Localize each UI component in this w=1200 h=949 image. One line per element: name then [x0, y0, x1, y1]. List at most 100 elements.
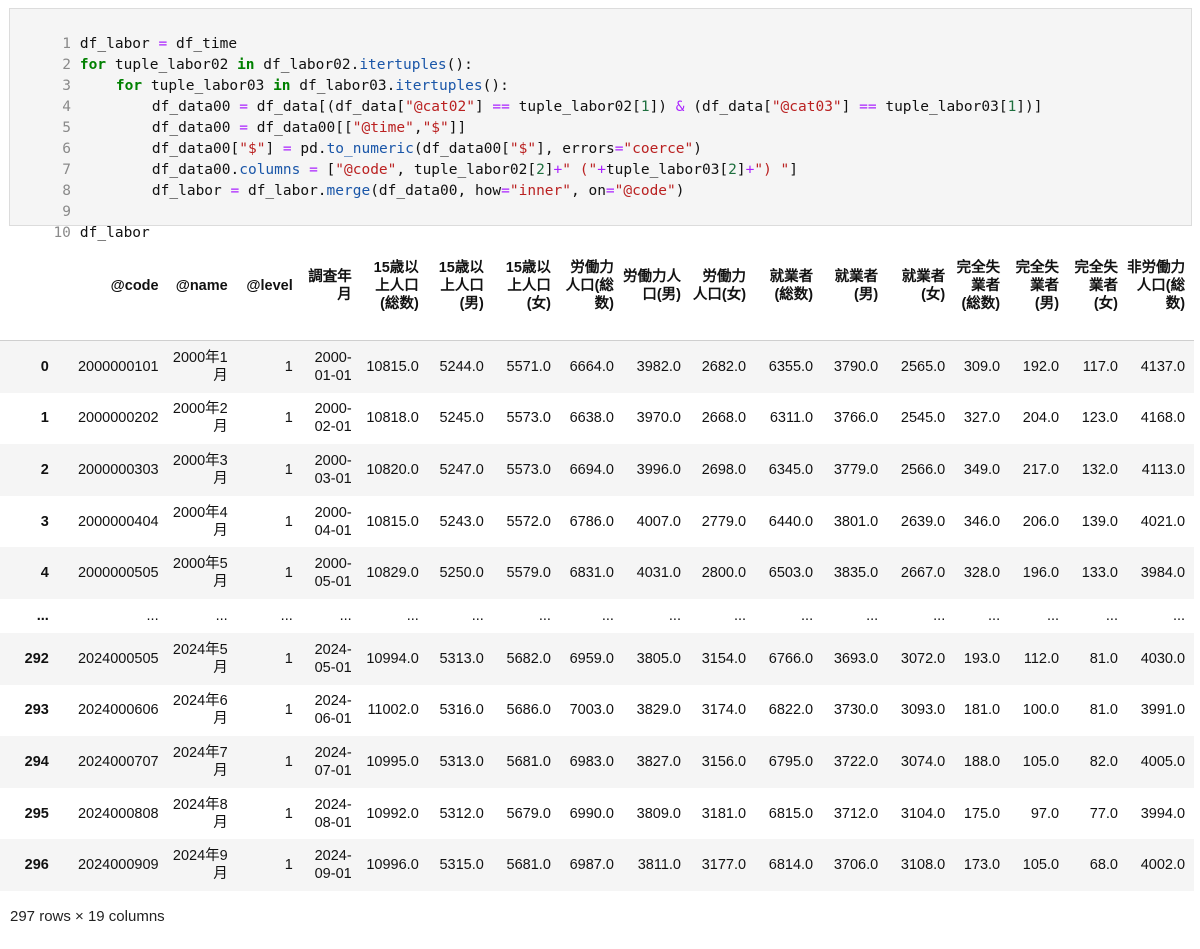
- table-cell: 3712.0: [833, 805, 879, 822]
- code-cell[interactable]: 1 df_labor = df_time 2 for tuple_labor02 i…: [9, 8, 1192, 241]
- table-cell: 309.0: [963, 358, 1001, 375]
- table-cell: 1: [1189, 341, 1194, 393]
- table-cell: 2000年2月: [172, 401, 228, 436]
- table-cell: 2668.0: [701, 410, 747, 427]
- table-cell: 3779.0: [833, 461, 879, 478]
- table-cell: 2000000505: [77, 565, 159, 582]
- table-cell: 10815.0: [366, 358, 419, 375]
- table-cell: 133.0: [1081, 565, 1118, 582]
- code-line-7: 7 df_data00.columns = ["@code", tuple_lab…: [10, 139, 798, 178]
- table-cell: 5312.0: [439, 805, 484, 822]
- table-cell: 117.0: [1082, 358, 1118, 375]
- table-cell: 2698.0: [701, 461, 747, 478]
- table-cell: 1: [1189, 839, 1194, 891]
- table-cell: 6815.0: [768, 805, 814, 822]
- table-cell: 2024年6月: [172, 693, 228, 728]
- table-cell: 2000年1月: [172, 349, 228, 384]
- table-cell: 1: [1189, 444, 1194, 496]
- column-header: 調査年月: [296, 232, 356, 341]
- table-cell: 6345.0: [768, 461, 814, 478]
- column-header: 労働力人口(女): [685, 232, 751, 341]
- table-cell: 4168.0: [1140, 410, 1186, 427]
- table-cell: 5571.0: [506, 358, 551, 375]
- column-header: @name: [162, 232, 232, 341]
- code-token: =: [501, 183, 510, 199]
- code-line-3: 3 for tuple_labor03 in df_labor03.itertup…: [10, 55, 509, 94]
- table-cell: 1: [1189, 393, 1194, 445]
- table-cell: 2024000707: [77, 753, 159, 770]
- column-header: 労働力人口(総数): [554, 232, 618, 341]
- row-index: 1: [40, 410, 49, 427]
- table-cell: 6355.0: [768, 358, 814, 375]
- table-cell: 3693.0: [833, 650, 879, 667]
- table-cell: ...: [988, 607, 1001, 624]
- table-cell: 10994.0: [366, 650, 419, 667]
- code-line-1: 1 df_labor = df_time: [10, 13, 237, 52]
- table-cell: 5682.0: [506, 650, 551, 667]
- header-row: @code @name @level 調査年月 15歳以上人口(総数) 15歳以上人口(男…: [0, 232, 1194, 341]
- code-line-9: 9: [10, 181, 80, 220]
- table-cell: 2000-05-01: [314, 556, 352, 591]
- table-cell: 6664.0: [569, 358, 614, 375]
- table-cell: ...: [215, 607, 228, 624]
- table-cell: 2024000606: [77, 702, 159, 719]
- table-cell: 2024年5月: [172, 641, 228, 676]
- dataframe-output[interactable]: @code @name @level 調査年月 15歳以上人口(総数) 15歳以上人口(男…: [0, 232, 1194, 892]
- table-cell: 10818.0: [366, 410, 419, 427]
- row-index: 294: [24, 753, 49, 770]
- column-header: 15歳以上人口(総数): [355, 232, 423, 341]
- table-cell: ...: [146, 607, 159, 624]
- table-cell: 100.0: [1022, 702, 1060, 719]
- table-cell: 2024-07-01: [314, 744, 352, 779]
- table-cell: 123.0: [1081, 410, 1118, 427]
- column-header: 非: [1189, 232, 1194, 341]
- table-cell: 4021.0: [1140, 513, 1186, 530]
- code-line-10: 10 df_labor: [10, 202, 149, 241]
- table-cell: 2000000101: [77, 358, 159, 375]
- table-cell: 3801.0: [833, 513, 879, 530]
- table-cell: ...: [339, 607, 352, 624]
- table-cell: 1: [284, 513, 293, 530]
- table-cell: 5245.0: [439, 410, 484, 427]
- code-line-4: 4 df_data00 = df_data[(df_data["@cat02"] …: [10, 76, 1042, 115]
- table-body: 0 2000000101 2000年1月 1 2000-01-01 10815.0 5244…: [0, 340, 1194, 891]
- table-cell: 105.0: [1022, 753, 1060, 770]
- table-cell: 3835.0: [833, 565, 879, 582]
- code-token: ])]: [1016, 99, 1043, 115]
- table-cell: 1: [284, 702, 293, 719]
- table-cell: 217.0: [1022, 461, 1060, 478]
- table-cell: 1: [1189, 685, 1194, 737]
- code-token: ==: [859, 99, 877, 115]
- table-cell: 5573.0: [506, 461, 551, 478]
- table-cell: 5686.0: [506, 702, 551, 719]
- column-header: 完全失業者(総数): [949, 232, 1005, 341]
- table-cell: 2566.0: [900, 461, 946, 478]
- table-cell: 328.0: [963, 565, 1001, 582]
- column-header: 完全失業者(男): [1004, 232, 1064, 341]
- code-token: ): [675, 183, 685, 199]
- table-row: 0 2000000101 2000年1月 1 2000-01-01 10815.0 5244…: [0, 340, 1194, 393]
- table-cell: 1: [1189, 736, 1194, 788]
- table-cell: 2000-03-01: [314, 452, 352, 487]
- table-row: 1 2000000202 2000年2月 1 2000-02-01 10818.0 5245…: [0, 393, 1194, 445]
- row-index: 292: [24, 650, 49, 667]
- table-cell: 3154.0: [701, 650, 747, 667]
- code-token: 1: [640, 99, 650, 115]
- table-cell: 2024-06-01: [314, 693, 352, 728]
- table-cell: 2000-04-01: [314, 504, 352, 539]
- code-token: merge: [326, 183, 371, 199]
- table-cell: 6694.0: [569, 461, 614, 478]
- table-row: 296 2024000909 2024年9月 1 2024-09-01 10996.0 53…: [0, 839, 1194, 891]
- table-cell: 6766.0: [768, 650, 814, 667]
- table-cell: 6795.0: [768, 753, 814, 770]
- column-header: 就業者(女): [882, 232, 950, 341]
- code-token: ==: [492, 99, 510, 115]
- row-index: 3: [40, 513, 49, 530]
- table-cell: 327.0: [963, 410, 1001, 427]
- code-line-6: 6 df_data00["$"] = pd.to_numeric(df_data0…: [10, 118, 702, 157]
- table-cell: 2024年7月: [172, 744, 228, 779]
- table-cell: 2024000808: [77, 805, 159, 822]
- table-cell: 3181.0: [701, 805, 747, 822]
- table-cell: 10995.0: [366, 753, 419, 770]
- table-cell: 204.0: [1022, 410, 1060, 427]
